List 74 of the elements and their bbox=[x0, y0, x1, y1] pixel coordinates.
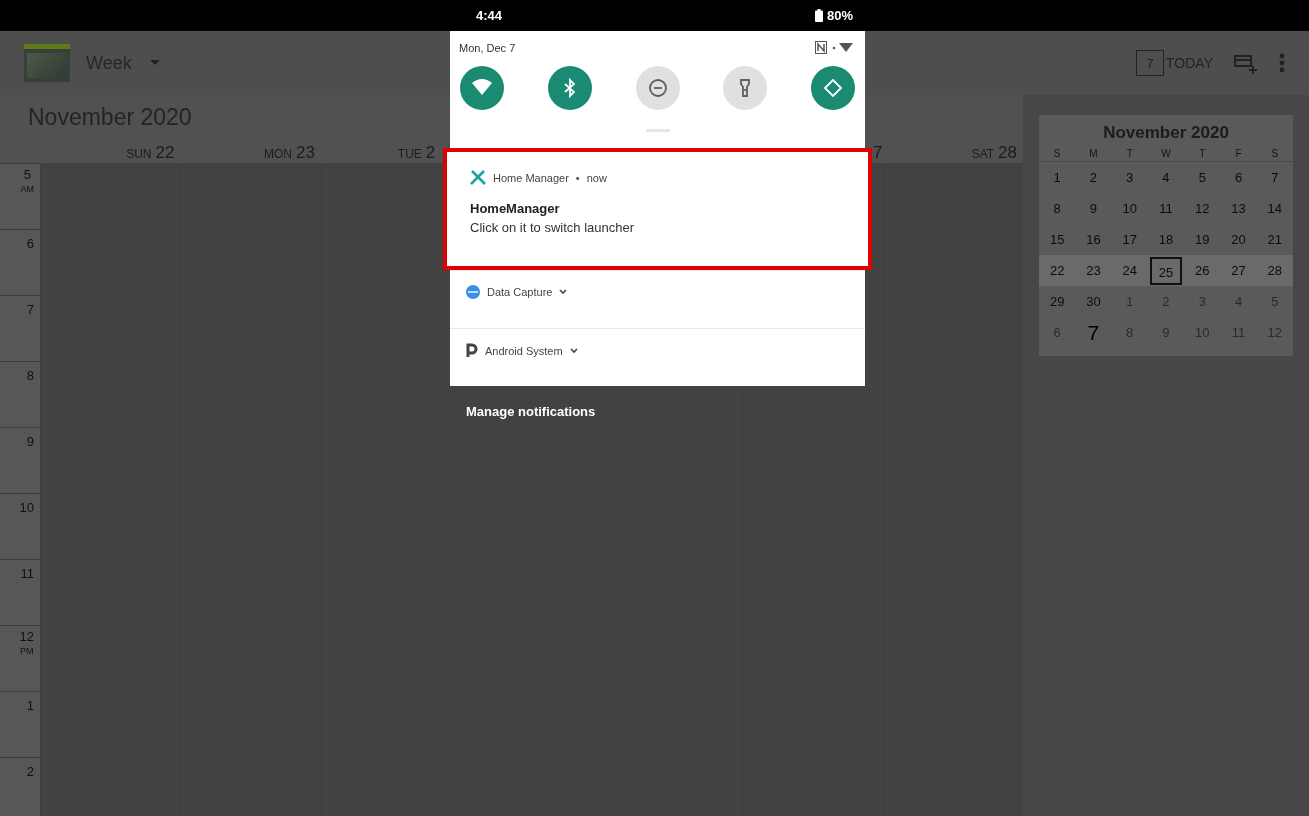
hour-label: 6 bbox=[26, 237, 34, 250]
hour-label: 11 bbox=[20, 567, 34, 580]
wifi-toggle[interactable] bbox=[460, 66, 504, 110]
calendar-day[interactable]: 17 bbox=[1113, 225, 1146, 254]
hour-label: 8 bbox=[26, 369, 34, 382]
hour-label: 10 bbox=[19, 501, 34, 514]
app-logo-icon bbox=[24, 44, 70, 82]
notification-app-name: Data Capture bbox=[487, 286, 553, 298]
notification-app-name: Android System bbox=[485, 344, 563, 357]
notification-text: Click on it to switch launcher bbox=[470, 220, 635, 235]
bluetooth-toggle[interactable] bbox=[547, 66, 592, 110]
calendar-day[interactable]: 20 bbox=[1222, 225, 1255, 254]
calendar-day[interactable]: 15 bbox=[1041, 225, 1074, 254]
dnd-toggle[interactable] bbox=[635, 66, 680, 110]
weekday-label: S bbox=[1053, 147, 1061, 159]
calendar-day[interactable]: 14 bbox=[1258, 194, 1291, 223]
calendar-day[interactable]: 7 bbox=[1077, 318, 1110, 347]
battery-icon bbox=[814, 9, 823, 22]
nfc-wifi-status-icon bbox=[815, 41, 853, 54]
calendar-day[interactable]: 26 bbox=[1186, 256, 1219, 285]
calendar-day[interactable]: 28 bbox=[1258, 256, 1291, 285]
calendar-day[interactable]: 9 bbox=[1077, 194, 1110, 223]
flashlight-toggle[interactable] bbox=[723, 66, 768, 110]
calendar-day[interactable]: 3 bbox=[1113, 163, 1146, 192]
calendar-day[interactable]: 27 bbox=[1222, 256, 1255, 285]
notification-time: now bbox=[586, 171, 607, 184]
weekday-label: W bbox=[1161, 147, 1171, 159]
calendar-day[interactable]: 25 bbox=[1150, 256, 1182, 285]
hour-label: 5 AM bbox=[20, 168, 34, 194]
hour-label: 2 bbox=[26, 765, 34, 778]
weekday-label: T bbox=[1199, 147, 1206, 159]
manage-notifications-button[interactable]: Manage notifications bbox=[466, 402, 596, 421]
mini-calendar-title: November 2020 bbox=[1102, 122, 1230, 144]
hour-label: 12 PM bbox=[19, 630, 34, 656]
dnd-icon bbox=[646, 77, 669, 99]
calendar-day[interactable]: 30 bbox=[1077, 287, 1110, 316]
calendar-day[interactable]: 11 bbox=[1150, 194, 1182, 223]
chevron-down-icon[interactable] bbox=[569, 347, 578, 354]
p-letter-icon bbox=[466, 343, 478, 358]
status-time: 4:44 bbox=[476, 8, 503, 23]
calendar-day[interactable]: 7 bbox=[1258, 163, 1291, 192]
calendar-day[interactable]: 4 bbox=[1150, 163, 1182, 192]
calendar-day[interactable]: 10 bbox=[1113, 194, 1146, 223]
rotate-toggle[interactable] bbox=[811, 66, 855, 110]
calendar-day[interactable]: 16 bbox=[1077, 225, 1110, 254]
calendar-day[interactable]: 21 bbox=[1258, 225, 1291, 254]
chevron-down-icon[interactable] bbox=[559, 289, 568, 295]
calendar-day[interactable]: 23 bbox=[1077, 256, 1110, 285]
tools-icon bbox=[470, 170, 486, 185]
weekday-label: F bbox=[1235, 147, 1242, 159]
notification-app-name: Home Manager bbox=[493, 171, 569, 184]
calendar-day[interactable]: 24 bbox=[1113, 256, 1146, 285]
calendar-day[interactable]: 2 bbox=[1077, 163, 1110, 192]
calendar-day[interactable]: 1 bbox=[1041, 163, 1074, 192]
hour-label: 9 bbox=[26, 435, 34, 448]
calendar-day[interactable]: 12 bbox=[1186, 194, 1219, 223]
calendar-day[interactable]: 6 bbox=[1222, 163, 1255, 192]
calendar-day[interactable]: 18 bbox=[1150, 225, 1182, 254]
hour-label: 1 bbox=[26, 699, 34, 712]
caret-icon bbox=[149, 60, 160, 66]
weekday-label: T bbox=[1126, 147, 1133, 159]
calendar-day[interactable]: 19 bbox=[1186, 225, 1219, 254]
calendar-day[interactable]: 5 bbox=[1186, 163, 1219, 192]
date-text: Mon, Dec 7 bbox=[459, 41, 516, 54]
notification-title: HomeManager bbox=[470, 201, 561, 216]
weekday-label: M bbox=[1089, 147, 1098, 159]
calendar-day[interactable]: 8 bbox=[1041, 194, 1074, 223]
calendar-day[interactable]: 22 bbox=[1041, 256, 1074, 285]
separator-dot: • bbox=[575, 171, 580, 184]
weekday-label: S bbox=[1271, 147, 1279, 159]
battery-percent: 80% bbox=[826, 8, 853, 23]
calendar-day[interactable]: 29 bbox=[1041, 287, 1074, 316]
hour-label: 7 bbox=[26, 303, 34, 316]
calendar-day[interactable]: 13 bbox=[1222, 194, 1255, 223]
